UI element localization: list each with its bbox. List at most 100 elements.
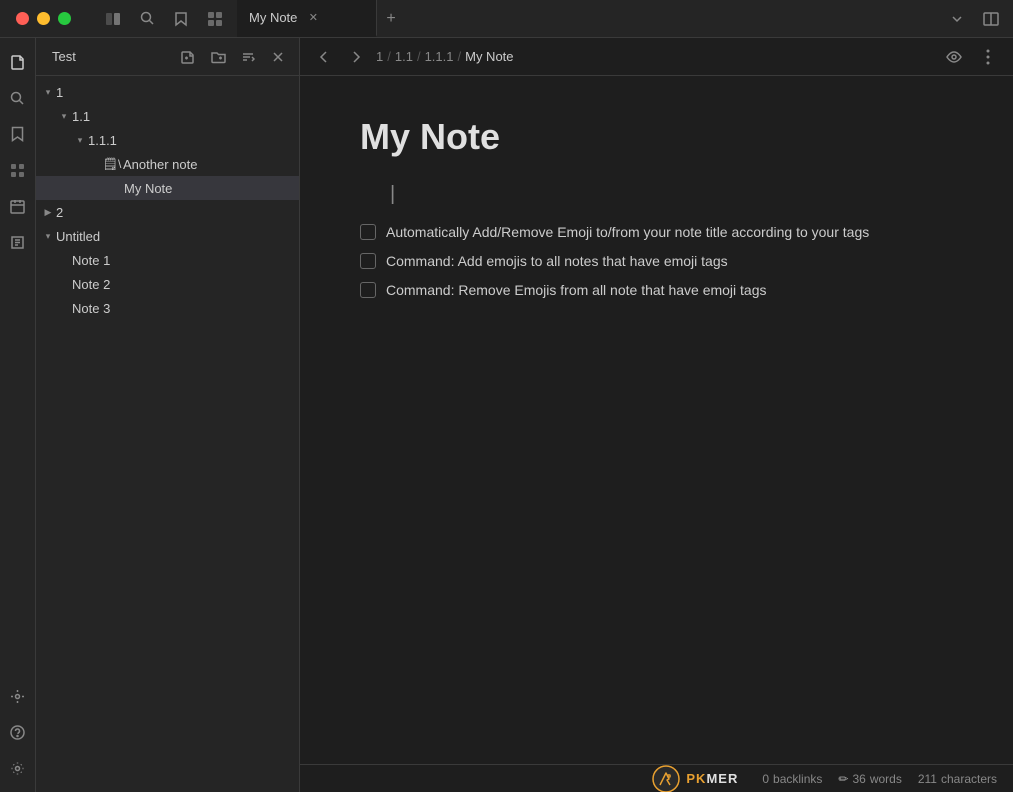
breadcrumb-sep-1: / [387, 49, 391, 64]
sidebar: Test [36, 38, 300, 792]
layout-icon[interactable] [201, 5, 229, 33]
active-tab[interactable]: My Note ✕ [237, 0, 377, 37]
words-label: words [870, 772, 902, 786]
tree-item-note-3[interactable]: ▾ Note 3 [36, 296, 299, 320]
traffic-lights [0, 12, 87, 25]
tree-toggle-1-1[interactable]: ▾ [56, 108, 72, 124]
cursor-icon: | [390, 183, 395, 206]
note-title: My Note [360, 116, 953, 158]
breadcrumb: 1 / 1.1 / 1.1.1 / My Note [376, 49, 933, 64]
main-area: Test [0, 38, 1013, 792]
checkbox-3[interactable] [360, 282, 376, 298]
checklist-text-1: Automatically Add/Remove Emoji to/from y… [386, 222, 869, 243]
breadcrumb-part-3[interactable]: 1.1.1 [425, 49, 454, 64]
checklist-item-2: Command: Add emojis to all notes that ha… [360, 251, 953, 272]
activity-search-icon[interactable] [2, 82, 34, 114]
bookmark-icon[interactable] [167, 5, 195, 33]
forward-button[interactable] [344, 45, 368, 69]
tree-label-note-3: Note 3 [72, 301, 110, 316]
tree-label-another-note: Another note [123, 157, 197, 172]
words-count: 36 [852, 772, 865, 786]
breadcrumb-sep-2: / [417, 49, 421, 64]
sidebar-toggle-icon[interactable] [99, 5, 127, 33]
tree-item-1-1-1[interactable]: ▾ 1.1.1 [36, 128, 299, 152]
maximize-button[interactable] [58, 12, 71, 25]
tree-label-1: 1 [56, 85, 63, 100]
tab-close-button[interactable]: ✕ [305, 10, 321, 26]
breadcrumb-sep-3: / [457, 49, 461, 64]
characters-label: characters [941, 772, 997, 786]
sidebar-tree: ▾ 1 ▾ 1.1 ▾ 1.1.1 ▾ 🗒\ Another note ▾ [36, 76, 299, 792]
new-folder-icon[interactable] [205, 44, 231, 70]
new-tab-button[interactable]: + [377, 5, 405, 33]
split-view-icon[interactable] [977, 5, 1005, 33]
breadcrumb-part-2[interactable]: 1.1 [395, 49, 413, 64]
new-note-icon[interactable] [175, 44, 201, 70]
tabs-bar: My Note ✕ + [237, 0, 935, 37]
tree-label-1-1: 1.1 [72, 109, 90, 124]
checkbox-1[interactable] [360, 224, 376, 240]
activity-bookmarks-icon[interactable] [2, 118, 34, 150]
tree-label-1-1-1: 1.1.1 [88, 133, 117, 148]
checklist-item-1: Automatically Add/Remove Emoji to/from y… [360, 222, 953, 243]
breadcrumb-current[interactable]: My Note [465, 49, 513, 64]
reading-mode-icon[interactable] [941, 44, 967, 70]
tree-item-my-note[interactable]: ▾ My Note [36, 176, 299, 200]
activity-settings-icon[interactable] [2, 752, 34, 784]
activity-files-icon[interactable] [2, 46, 34, 78]
tree-toggle-untitled[interactable]: ▾ [40, 228, 56, 244]
checkbox-2[interactable] [360, 253, 376, 269]
tree-toggle-1-1-1[interactable]: ▾ [72, 132, 88, 148]
tree-item-untitled[interactable]: ▾ Untitled [36, 224, 299, 248]
characters-status: 211 characters [918, 772, 997, 786]
sidebar-section-label: Test [44, 45, 171, 68]
tree-label-untitled: Untitled [56, 229, 100, 244]
status-bar: PKMER 0 backlinks ✏ 36 words 211 charact… [300, 764, 1013, 792]
content-toolbar-right [941, 44, 1001, 70]
activity-grid-icon[interactable] [2, 154, 34, 186]
tree-item-1[interactable]: ▾ 1 [36, 80, 299, 104]
titlebar-left-icons [91, 5, 237, 33]
tree-label-note-2: Note 2 [72, 277, 110, 292]
titlebar: My Note ✕ + [0, 0, 1013, 38]
pkmer-logo: PKMER [652, 765, 738, 792]
tab-label: My Note [249, 10, 297, 25]
note-icon-my-note [104, 180, 120, 196]
tree-item-2[interactable]: ▶ 2 [36, 200, 299, 224]
back-button[interactable] [312, 45, 336, 69]
activity-help-icon[interactable] [2, 716, 34, 748]
tree-item-note-1[interactable]: ▾ Note 1 [36, 248, 299, 272]
activity-bottom [2, 680, 34, 784]
note-content-area[interactable]: My Note | Automatically Add/Remove Emoji… [300, 76, 1013, 764]
tabs-dropdown-icon[interactable] [943, 5, 971, 33]
close-sidebar-icon[interactable] [265, 44, 291, 70]
backlinks-status[interactable]: 0 backlinks [762, 772, 822, 786]
activity-plugin-icon[interactable] [2, 680, 34, 712]
cursor-line: | [360, 182, 953, 206]
minimize-button[interactable] [37, 12, 50, 25]
tree-toggle-2[interactable]: ▶ [40, 204, 56, 220]
content-area: 1 / 1.1 / 1.1.1 / My Note [300, 38, 1013, 792]
close-button[interactable] [16, 12, 29, 25]
words-status: ✏ 36 words [838, 772, 901, 786]
checklist-text-3: Command: Remove Emojis from all note tha… [386, 280, 767, 301]
checklist-text-2: Command: Add emojis to all notes that ha… [386, 251, 728, 272]
activity-pages-icon[interactable] [2, 226, 34, 258]
tree-label-my-note: My Note [124, 181, 172, 196]
tree-label-note-1: Note 1 [72, 253, 110, 268]
note-icon-another: 🗒\ [104, 156, 120, 172]
more-options-icon[interactable] [975, 44, 1001, 70]
breadcrumb-part-1[interactable]: 1 [376, 49, 383, 64]
activity-calendar-icon[interactable] [2, 190, 34, 222]
activity-bar [0, 38, 36, 792]
tree-toggle-1[interactable]: ▾ [40, 84, 56, 100]
tree-item-another-note[interactable]: ▾ 🗒\ Another note [36, 152, 299, 176]
pkmer-text: PKMER [686, 771, 738, 786]
edit-icon: ✏ [838, 772, 848, 786]
search-icon[interactable] [133, 5, 161, 33]
checklist-item-3: Command: Remove Emojis from all note tha… [360, 280, 953, 301]
sort-icon[interactable] [235, 44, 261, 70]
tree-item-note-2[interactable]: ▾ Note 2 [36, 272, 299, 296]
tree-item-1-1[interactable]: ▾ 1.1 [36, 104, 299, 128]
backlinks-count: 0 [762, 772, 769, 786]
